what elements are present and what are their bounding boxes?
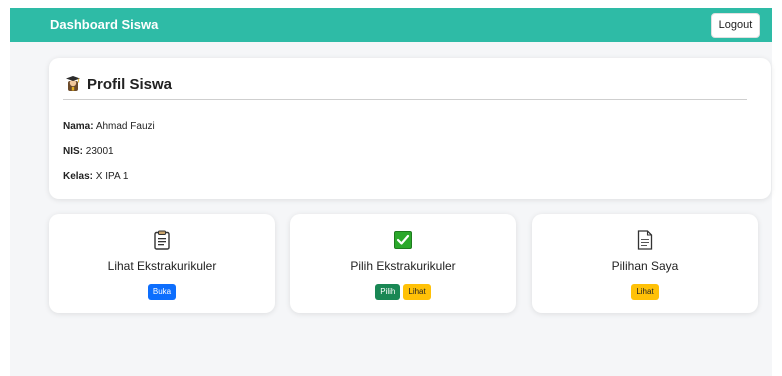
profile-header: Profil Siswa: [65, 75, 172, 95]
navbar-brand[interactable]: Dashboard Siswa: [50, 17, 158, 33]
profile-nis-label: NIS:: [63, 146, 83, 157]
profile-name-label: Nama:: [63, 121, 94, 132]
profile-class-label: Kelas:: [63, 171, 94, 182]
open-button[interactable]: Buka: [147, 284, 177, 300]
choose-button[interactable]: Pilih: [375, 284, 401, 300]
menu-title: Pilihan Saya: [611, 259, 679, 273]
profile-divider: [63, 99, 747, 100]
menu-title: Lihat Ekstrakurikuler: [107, 259, 217, 273]
profile-nis-value: 23001: [85, 146, 114, 157]
clipboard-icon: [153, 230, 171, 250]
button-group: Lihat: [532, 284, 758, 300]
profile-name-row: Nama: Ahmad Fauzi: [63, 120, 155, 133]
page-background: Dashboard Siswa Logout Profil Siswa Nama…: [10, 8, 772, 376]
button-group: Buka: [49, 284, 275, 300]
check-mark-icon: [394, 230, 412, 250]
menu-title: Pilih Ekstrakurikuler: [350, 259, 456, 273]
view-button[interactable]: Lihat: [403, 284, 431, 300]
profile-card: Profil Siswa Nama: Ahmad Fauzi NIS: 2300…: [49, 58, 771, 199]
menu-card-pilih-ekstrakurikuler: Pilih Ekstrakurikuler Pilih Lihat: [290, 214, 516, 313]
button-group: Pilih Lihat: [290, 284, 516, 300]
view-button[interactable]: Lihat: [631, 284, 659, 300]
document-icon: [636, 230, 654, 250]
menu-card-lihat-ekstrakurikuler: Lihat Ekstrakurikuler Buka: [49, 214, 275, 313]
profile-name-value: Ahmad Fauzi: [95, 121, 155, 132]
profile-title: Profil Siswa: [87, 76, 173, 93]
logout-button[interactable]: Logout: [711, 13, 760, 38]
menu-card-pilihan-saya: Pilihan Saya Lihat: [532, 214, 758, 313]
profile-class-value: X IPA 1: [95, 171, 129, 182]
profile-nis-row: NIS: 23001: [63, 145, 114, 158]
profile-class-row: Kelas: X IPA 1: [63, 170, 128, 183]
navbar: Dashboard Siswa Logout: [10, 8, 772, 42]
student-graduate-icon: [65, 75, 81, 96]
